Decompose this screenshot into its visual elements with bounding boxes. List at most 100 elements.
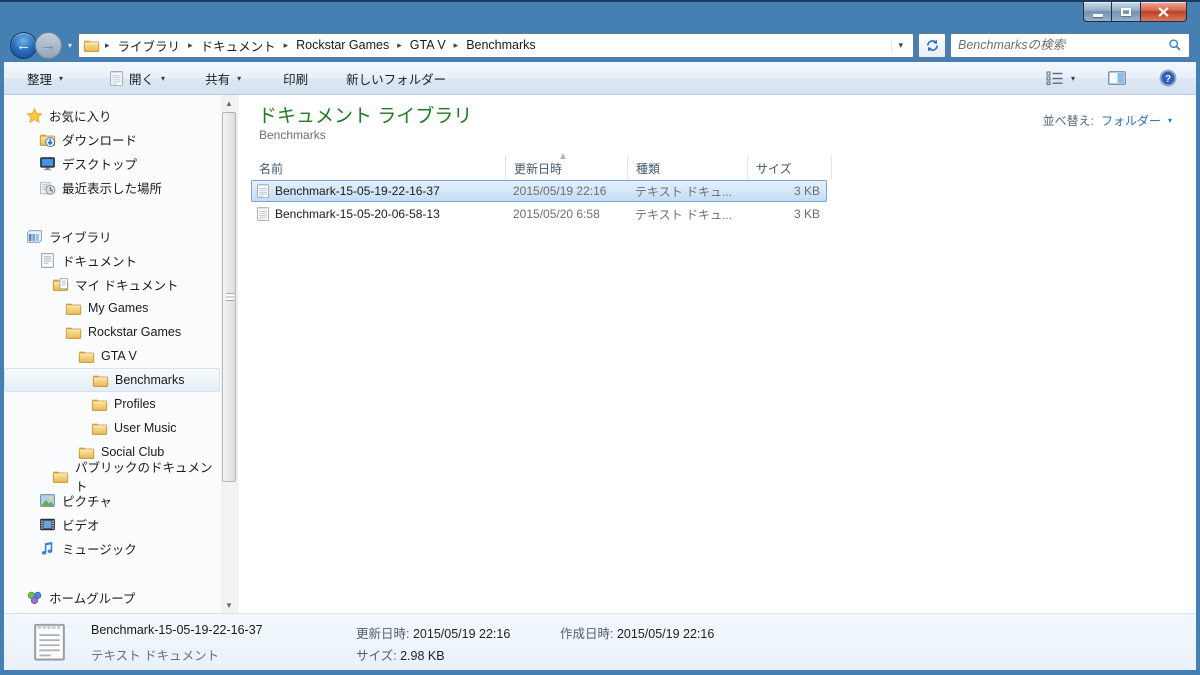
column-header-name[interactable]: 名前 xyxy=(251,155,506,179)
new-folder-button[interactable]: 新しいフォルダー xyxy=(337,66,455,90)
breadcrumb-rockstar-games[interactable]: Rockstar Games xyxy=(293,37,392,53)
file-name: Benchmark-15-05-20-06-58-13 xyxy=(275,207,440,221)
maximize-button[interactable] xyxy=(1112,2,1141,22)
sidebar-item-rockstar-games[interactable]: Rockstar Games xyxy=(4,320,220,344)
help-button[interactable] xyxy=(1150,66,1186,90)
search-box[interactable] xyxy=(950,32,1190,58)
sidebar-item-my-documents[interactable]: マイ ドキュメント xyxy=(4,272,220,296)
recent-pages-dropdown[interactable]: ▾ xyxy=(68,41,72,50)
notepad-icon xyxy=(109,70,124,87)
back-button[interactable]: ← xyxy=(10,31,37,59)
explorer-window: ← → ▾ ▸ ライブラリ ▸ ドキュメント ▸ Rockstar Games … xyxy=(0,0,1200,675)
details-size: サイズ: 2.98 KB xyxy=(356,649,445,663)
column-headers: 名前 ▲ 更新日時 種類 サイズ xyxy=(251,151,832,179)
star-icon xyxy=(26,107,43,124)
titlebar xyxy=(0,2,1200,30)
change-view-button[interactable]: ▾ xyxy=(1037,66,1084,90)
address-dropdown-icon[interactable]: ▾ xyxy=(891,39,909,51)
main-area: お気に入り ダウンロード デスクトップ 最近表示した場所 ライブラリ ドキュメン… xyxy=(4,95,1196,613)
scrollbar-grip xyxy=(226,293,234,301)
sidebar-item-favorites[interactable]: お気に入り xyxy=(4,103,220,127)
folder-icon xyxy=(78,348,95,365)
scroll-down-arrow[interactable]: ▼ xyxy=(221,597,237,613)
window-controls xyxy=(1083,2,1187,22)
caret-down-icon: ▾ xyxy=(59,73,64,83)
caret-down-icon[interactable]: ▾ xyxy=(1168,116,1172,125)
scrollbar-thumb[interactable] xyxy=(222,112,236,482)
recent-places-icon xyxy=(39,179,56,196)
my-documents-icon xyxy=(52,276,69,293)
sidebar-item-recent-places[interactable]: 最近表示した場所 xyxy=(4,175,220,199)
sidebar-item-user-music[interactable]: User Music xyxy=(4,416,220,440)
details-modified: 更新日時: 2015/05/19 22:16 xyxy=(356,627,511,641)
folder-icon xyxy=(52,468,69,485)
text-file-icon xyxy=(256,183,270,199)
window-frame: 整理 ▾ 開く ▾ 共有 ▾ 印刷 新しいフォルダー ▾ お気に入り ダウンロー… xyxy=(0,62,1200,675)
library-title: ドキュメント ライブラリ xyxy=(258,106,473,127)
breadcrumb-gta-v[interactable]: GTA V xyxy=(407,37,449,53)
details-file-type: テキスト ドキュメント xyxy=(91,649,220,663)
details-pane: Benchmark-15-05-19-22-16-37 テキスト ドキュメント … xyxy=(4,613,1196,670)
close-button[interactable] xyxy=(1141,2,1187,22)
print-button[interactable]: 印刷 xyxy=(274,66,317,90)
arrange-by-value[interactable]: フォルダー xyxy=(1101,112,1161,129)
folder-icon xyxy=(65,300,82,317)
folder-icon xyxy=(65,324,82,341)
sidebar-item-benchmarks[interactable]: Benchmarks xyxy=(4,368,220,392)
sidebar-item-documents[interactable]: ドキュメント xyxy=(4,248,220,272)
preview-pane-button[interactable] xyxy=(1099,66,1135,90)
sidebar-item-downloads[interactable]: ダウンロード xyxy=(4,127,220,151)
close-icon xyxy=(1158,7,1169,17)
address-bar[interactable]: ▸ ライブラリ ▸ ドキュメント ▸ Rockstar Games ▸ GTA … xyxy=(78,32,914,58)
forward-button[interactable]: → xyxy=(35,31,62,59)
sidebar-item-homegroup[interactable]: ホームグループ xyxy=(4,585,220,609)
sidebar-item-gta-v[interactable]: GTA V xyxy=(4,344,220,368)
details-file-name: Benchmark-15-05-19-22-16-37 xyxy=(91,623,263,637)
file-modified: 2015/05/20 6:58 xyxy=(513,207,600,221)
column-header-date[interactable]: ▲ 更新日時 xyxy=(506,151,628,179)
share-button[interactable]: 共有 ▾ xyxy=(196,66,250,90)
forward-arrow-icon: → xyxy=(41,36,56,54)
column-header-size[interactable]: サイズ xyxy=(748,155,832,179)
sidebar-item-public-documents[interactable]: パブリックのドキュメント xyxy=(4,461,220,494)
breadcrumb-separator-icon: ▸ xyxy=(105,39,110,50)
organize-button[interactable]: 整理 ▾ xyxy=(18,66,72,90)
minimize-button[interactable] xyxy=(1083,2,1112,22)
refresh-button[interactable] xyxy=(918,32,946,58)
preview-pane-icon xyxy=(1108,71,1126,85)
details-created: 作成日時: 2015/05/19 22:16 xyxy=(560,627,715,641)
folder-icon xyxy=(91,420,108,437)
scroll-up-arrow[interactable]: ▲ xyxy=(221,95,237,111)
desktop-icon xyxy=(39,155,56,172)
sidebar-item-profiles[interactable]: Profiles xyxy=(4,392,220,416)
sidebar-item-desktop[interactable]: デスクトップ xyxy=(4,151,220,175)
search-input[interactable] xyxy=(958,38,1168,52)
folder-icon xyxy=(91,396,108,413)
sidebar-item-libraries[interactable]: ライブラリ xyxy=(4,224,220,248)
file-row[interactable]: Benchmark-15-05-20-06-58-13 2015/05/20 6… xyxy=(251,203,827,225)
breadcrumb-benchmarks[interactable]: Benchmarks xyxy=(463,37,538,53)
back-arrow-icon: ← xyxy=(16,36,31,54)
maximize-icon xyxy=(1121,7,1131,16)
homegroup-icon xyxy=(26,589,43,606)
open-button[interactable]: 開く ▾ xyxy=(100,66,174,90)
navigation-pane: お気に入り ダウンロード デスクトップ 最近表示した場所 ライブラリ ドキュメン… xyxy=(4,95,238,613)
music-icon xyxy=(39,540,56,557)
libraries-icon xyxy=(26,228,43,245)
command-toolbar: 整理 ▾ 開く ▾ 共有 ▾ 印刷 新しいフォルダー ▾ xyxy=(4,62,1196,95)
column-header-type[interactable]: 種類 xyxy=(628,155,748,179)
sidebar-item-videos[interactable]: ビデオ xyxy=(4,512,220,536)
breadcrumb-libraries[interactable]: ライブラリ xyxy=(115,35,184,56)
breadcrumb-documents[interactable]: ドキュメント xyxy=(198,35,279,56)
file-row[interactable]: Benchmark-15-05-19-22-16-37 2015/05/19 2… xyxy=(251,180,827,202)
minimize-icon xyxy=(1092,13,1103,17)
caret-down-icon: ▾ xyxy=(161,73,166,83)
list-view: 名前 ▲ 更新日時 種類 サイズ Benchmark-15-05-19-22-1… xyxy=(251,151,832,225)
sidebar-item-music[interactable]: ミュージック xyxy=(4,536,220,560)
sidebar-item-my-games[interactable]: My Games xyxy=(4,296,220,320)
caret-down-icon: ▾ xyxy=(237,73,242,83)
sidebar-scrollbar[interactable]: ▲ ▼ xyxy=(221,95,237,613)
file-size: 3 KB xyxy=(793,207,820,221)
